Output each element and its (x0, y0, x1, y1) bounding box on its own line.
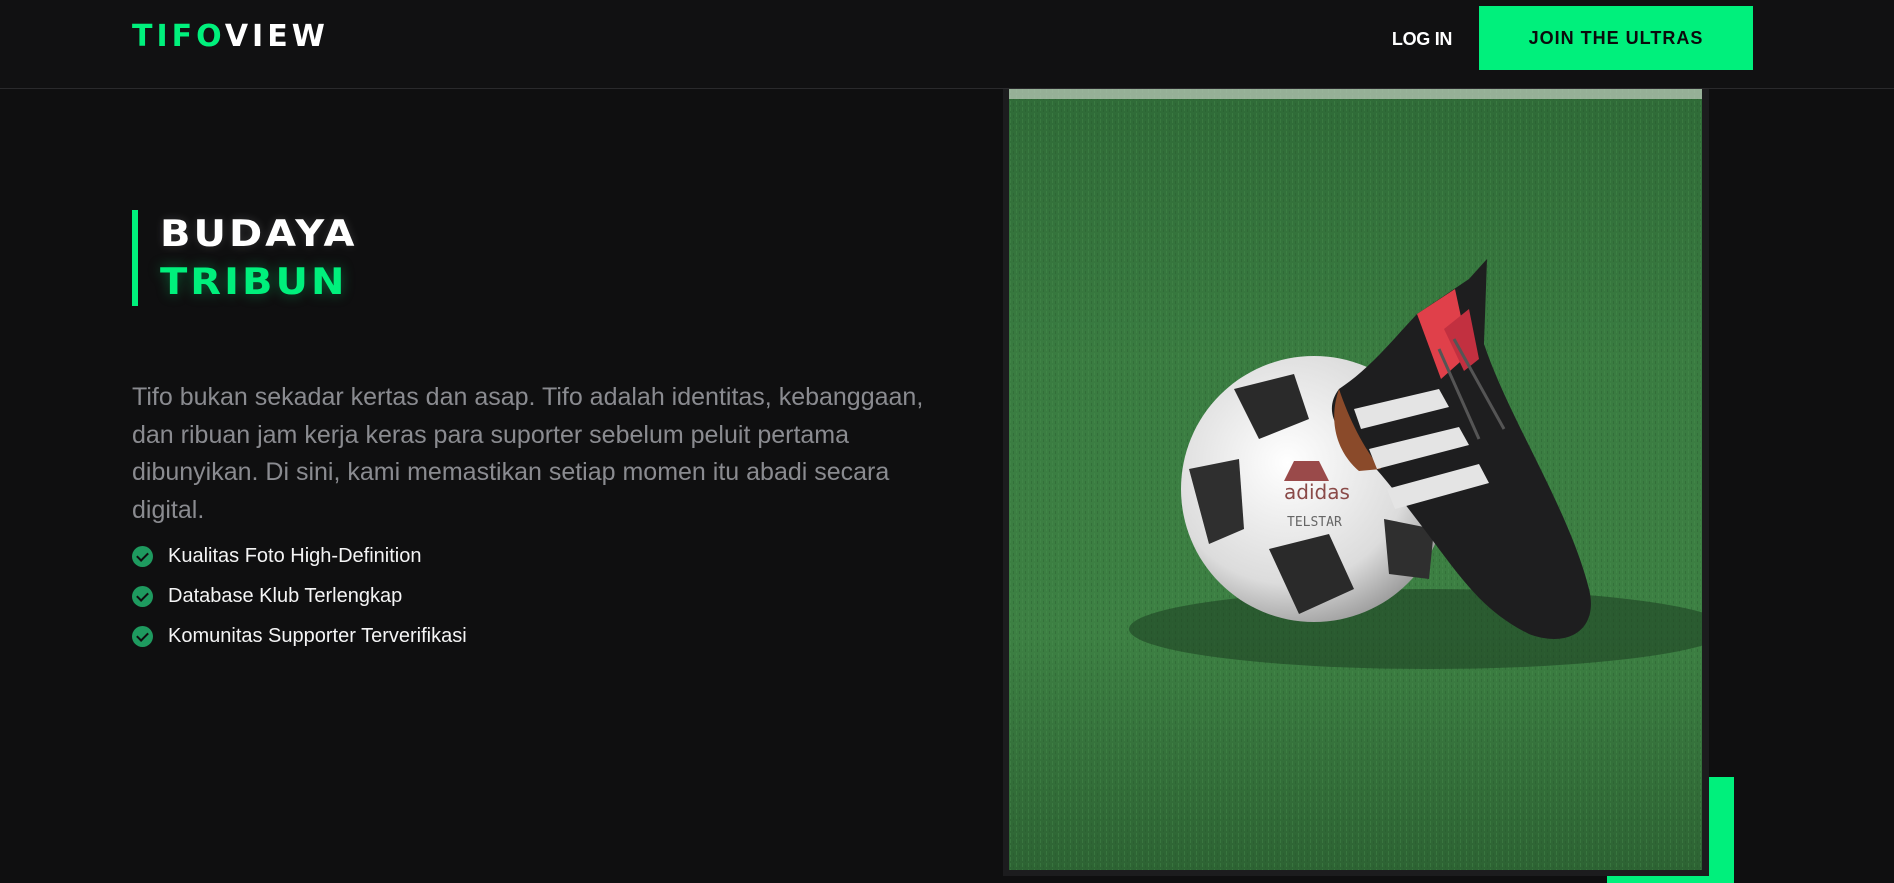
feature-label: Komunitas Supporter Terverifikasi (168, 624, 467, 647)
check-circle-icon (132, 545, 153, 567)
logo-part-view: VIEW (224, 19, 329, 54)
ball-model-text: TELSTAR (1287, 515, 1342, 530)
ball-brand-text: adidas (1284, 480, 1350, 504)
logo-part-tifo: TIFO (132, 19, 225, 54)
check-circle-icon (132, 585, 153, 607)
feature-list: Kualitas Foto High-Definition Database K… (132, 536, 467, 656)
check-circle-icon (132, 625, 153, 647)
hero-description: Tifo bukan sekadar kertas dan asap. Tifo… (132, 383, 924, 524)
hero-title-line2: TRIBUN (160, 260, 348, 304)
hero-image: adidas TELSTAR (1009, 89, 1702, 870)
login-link[interactable]: LOG IN (1372, 22, 1472, 56)
feature-item: Komunitas Supporter Terverifikasi (132, 616, 467, 656)
hero-title-line1: BUDAYA (160, 212, 358, 256)
logo[interactable]: TIFOVIEW (132, 17, 329, 57)
navbar: TIFOVIEW LOG IN JOIN THE ULTRAS (0, 0, 1894, 89)
feature-item: Database Klub Terlengkap (132, 576, 467, 616)
hero-title: BUDAYA TRIBUN (132, 210, 357, 306)
feature-label: Kualitas Foto High-Definition (168, 544, 422, 567)
feature-item: Kualitas Foto High-Definition (132, 536, 467, 576)
join-ultras-button[interactable]: JOIN THE ULTRAS (1479, 6, 1753, 70)
football-boot-photo: adidas TELSTAR (1009, 89, 1702, 870)
feature-label: Database Klub Terlengkap (168, 584, 403, 607)
